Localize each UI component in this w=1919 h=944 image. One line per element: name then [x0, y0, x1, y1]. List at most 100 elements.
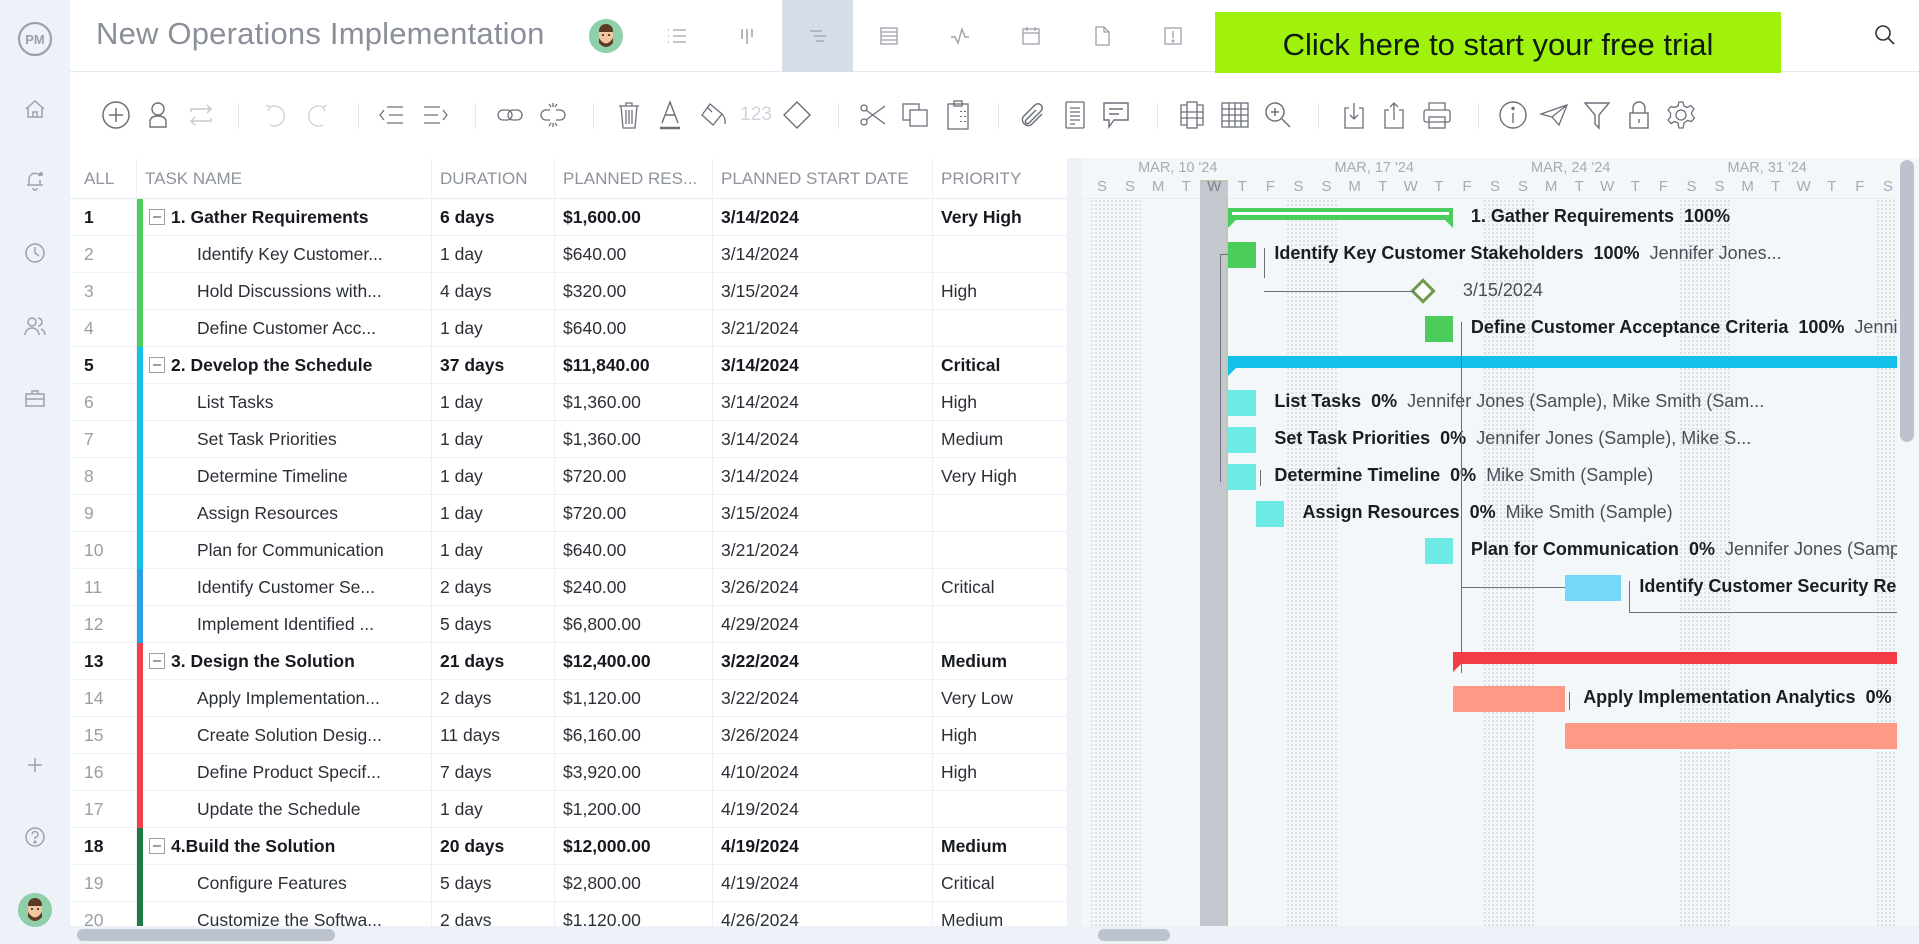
summary-bar[interactable]: [1228, 355, 1919, 376]
task-name-cell[interactable]: Identify Customer Se...: [143, 569, 432, 606]
planned-start-cell[interactable]: 3/22/2024: [713, 680, 933, 717]
task-name-cell[interactable]: Define Customer Acc...: [143, 310, 432, 347]
duration-cell[interactable]: 1 day: [432, 495, 555, 532]
planned-start-cell[interactable]: 3/15/2024: [713, 273, 933, 310]
table-scroll-thumb[interactable]: [77, 929, 335, 941]
column-header-planned-resources[interactable]: PLANNED RES...: [555, 158, 713, 199]
settings-button[interactable]: [1665, 99, 1697, 131]
view-tab-gantt[interactable]: [782, 0, 853, 72]
send-button[interactable]: [1538, 99, 1570, 131]
column-header-duration[interactable]: DURATION: [432, 158, 555, 199]
planned-resources-cell[interactable]: $11,840.00: [555, 347, 713, 384]
task-row[interactable]: 10 Plan for Communication 1 day $640.00 3/21…: [70, 532, 1068, 569]
planned-start-cell[interactable]: 3/14/2024: [713, 236, 933, 273]
planned-resources-cell[interactable]: $3,920.00: [555, 754, 713, 791]
view-tab-list[interactable]: [641, 0, 712, 72]
planned-resources-cell[interactable]: $6,160.00: [555, 717, 713, 754]
planned-resources-cell[interactable]: $1,120.00: [555, 902, 713, 926]
gantt-vertical-scrollbar[interactable]: [1897, 158, 1919, 926]
planned-resources-cell[interactable]: $6,800.00: [555, 606, 713, 643]
planned-resources-cell[interactable]: $1,200.00: [555, 791, 713, 828]
planned-start-cell[interactable]: 3/14/2024: [713, 199, 933, 236]
duration-cell[interactable]: 1 day: [432, 236, 555, 273]
duration-cell[interactable]: 2 days: [432, 902, 555, 926]
view-tab-board[interactable]: [711, 0, 782, 72]
priority-cell[interactable]: [933, 236, 1068, 273]
planned-start-cell[interactable]: 3/14/2024: [713, 384, 933, 421]
planned-start-cell[interactable]: 3/22/2024: [713, 643, 933, 680]
indent-button[interactable]: [419, 99, 451, 131]
task-row[interactable]: 20 Customize the Softwa... 2 days $1,120.00…: [70, 902, 1068, 926]
task-bar[interactable]: [1256, 500, 1285, 527]
task-bar[interactable]: [1452, 685, 1566, 712]
planned-resources-cell[interactable]: $1,360.00: [555, 421, 713, 458]
collapse-toggle-icon[interactable]: [149, 357, 165, 373]
planned-resources-cell[interactable]: $640.00: [555, 310, 713, 347]
duration-cell[interactable]: 2 days: [432, 569, 555, 606]
priority-cell[interactable]: Very High: [933, 458, 1068, 495]
task-row[interactable]: 8 Determine Timeline 1 day $720.00 3/14/2024…: [70, 458, 1068, 495]
recurring-button[interactable]: [185, 99, 217, 131]
collapse-toggle-icon[interactable]: [149, 209, 165, 225]
project-title[interactable]: New Operations Implementation: [96, 16, 545, 52]
planned-start-cell[interactable]: 4/29/2024: [713, 606, 933, 643]
duration-cell[interactable]: 7 days: [432, 754, 555, 791]
priority-cell[interactable]: High: [933, 273, 1068, 310]
priority-cell[interactable]: Critical: [933, 347, 1068, 384]
fill-color-button[interactable]: [697, 99, 729, 131]
view-tab-calendar[interactable]: [995, 0, 1066, 72]
unlink-button[interactable]: [537, 99, 569, 131]
columns-button[interactable]: [1176, 99, 1208, 131]
plus-icon[interactable]: [20, 750, 50, 780]
planned-resources-cell[interactable]: $1,600.00: [555, 199, 713, 236]
task-bar[interactable]: [1565, 574, 1622, 601]
task-bar[interactable]: [1565, 722, 1919, 749]
collapse-toggle-icon[interactable]: [149, 838, 165, 854]
planned-start-cell[interactable]: 4/19/2024: [713, 865, 933, 902]
priority-cell[interactable]: Medium: [933, 643, 1068, 680]
planned-start-cell[interactable]: 3/26/2024: [713, 569, 933, 606]
planned-start-cell[interactable]: 3/21/2024: [713, 532, 933, 569]
planned-resources-cell[interactable]: $1,120.00: [555, 680, 713, 717]
collapse-toggle-icon[interactable]: [149, 653, 165, 669]
duration-cell[interactable]: 6 days: [432, 199, 555, 236]
task-name-cell[interactable]: Apply Implementation...: [143, 680, 432, 717]
task-row[interactable]: 16 Define Product Specif... 7 days $3,920.0…: [70, 754, 1068, 791]
task-row[interactable]: 12 Implement Identified ... 5 days $6,800.0…: [70, 606, 1068, 643]
task-row[interactable]: 19 Configure Features 5 days $2,800.00 4/19/…: [70, 865, 1068, 902]
task-row[interactable]: 7 Set Task Priorities 1 day $1,360.00 3/14/2…: [70, 421, 1068, 458]
task-bar[interactable]: [1228, 463, 1257, 490]
priority-cell[interactable]: Medium: [933, 828, 1068, 865]
duration-cell[interactable]: 5 days: [432, 606, 555, 643]
priority-cell[interactable]: High: [933, 384, 1068, 421]
help-icon[interactable]: [20, 822, 50, 852]
planned-start-cell[interactable]: 3/14/2024: [713, 421, 933, 458]
pm-logo[interactable]: PM: [16, 20, 54, 58]
duration-cell[interactable]: 1 day: [432, 384, 555, 421]
bell-icon[interactable]: [20, 165, 50, 195]
task-name-cell[interactable]: Plan for Communication: [143, 532, 432, 569]
task-row[interactable]: 3 Hold Discussions with... 4 days $320.00 3/…: [70, 273, 1068, 310]
task-group-row[interactable]: 1 1. Gather Requirements 6 days $1,600.00 3/…: [70, 199, 1068, 236]
duration-cell[interactable]: 2 days: [432, 680, 555, 717]
delete-button[interactable]: [613, 99, 645, 131]
priority-cell[interactable]: High: [933, 754, 1068, 791]
column-header-priority[interactable]: PRIORITY: [933, 158, 1068, 199]
priority-cell[interactable]: High: [933, 717, 1068, 754]
lock-button[interactable]: [1623, 99, 1655, 131]
task-bar[interactable]: [1424, 315, 1453, 342]
filter-button[interactable]: [1581, 99, 1613, 131]
planned-start-cell[interactable]: 4/19/2024: [713, 791, 933, 828]
planned-start-cell[interactable]: 3/21/2024: [713, 310, 933, 347]
task-name-cell[interactable]: 1. Gather Requirements: [143, 199, 432, 236]
notes-button[interactable]: [1059, 99, 1091, 131]
planned-resources-cell[interactable]: $2,800.00: [555, 865, 713, 902]
task-row[interactable]: 9 Assign Resources 1 day $720.00 3/15/2024: [70, 495, 1068, 532]
column-header-planned-start[interactable]: PLANNED START DATE: [713, 158, 933, 199]
task-bar[interactable]: [1424, 537, 1453, 564]
task-name-cell[interactable]: 3. Design the Solution: [143, 643, 432, 680]
link-button[interactable]: [494, 99, 526, 131]
planned-start-cell[interactable]: 4/10/2024: [713, 754, 933, 791]
export-button[interactable]: [1378, 99, 1410, 131]
view-tab-dashboard[interactable]: [924, 0, 995, 72]
